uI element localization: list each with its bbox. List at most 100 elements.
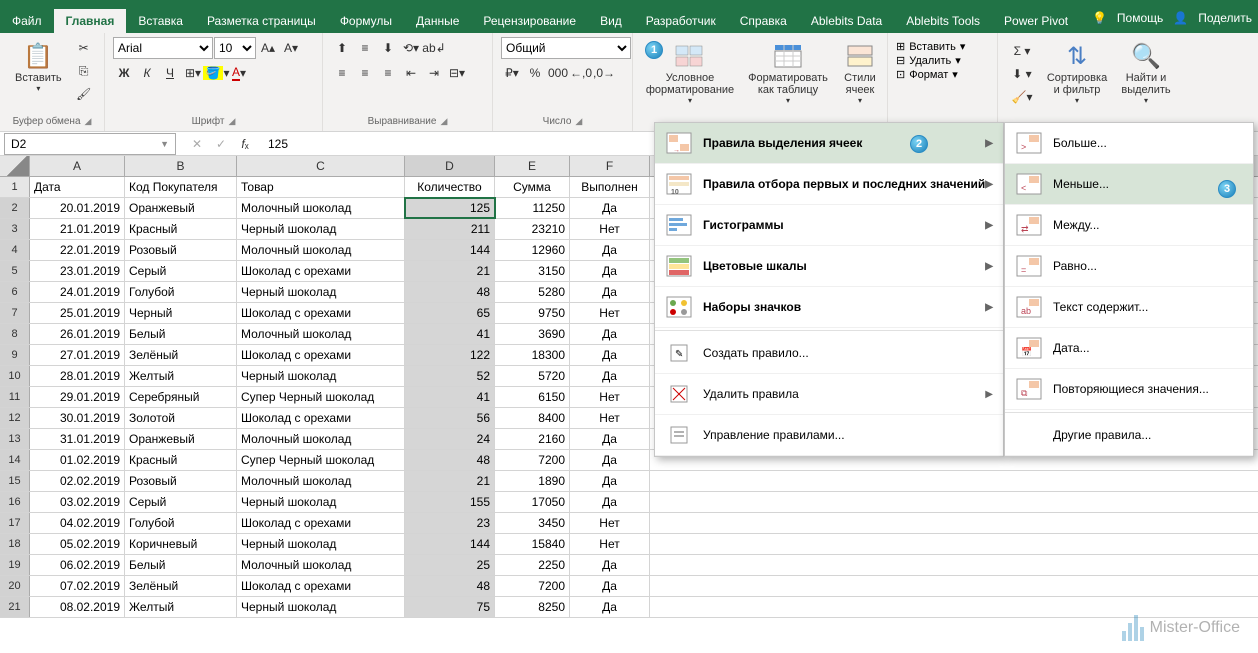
increase-decimal-button[interactable]: ←,0 — [570, 62, 592, 84]
autosum-button[interactable]: Σ ▾ — [1006, 40, 1038, 62]
menu-item[interactable]: abТекст содержит... — [1005, 287, 1253, 328]
cell[interactable]: 5720 — [495, 366, 570, 386]
clear-button[interactable]: 🧹▾ — [1006, 86, 1038, 108]
menu-item[interactable]: →Правила выделения ячеек▶ — [655, 123, 1003, 164]
row-header[interactable]: 17 — [0, 513, 30, 533]
tab-рецензирование[interactable]: Рецензирование — [471, 9, 588, 33]
cancel-formula-button[interactable]: ✕ — [186, 133, 208, 155]
align-right-button[interactable]: ≡ — [377, 62, 399, 84]
accounting-button[interactable]: ₽▾ — [501, 62, 523, 84]
cell[interactable]: 41 — [405, 324, 495, 344]
column-header[interactable]: E — [495, 156, 570, 176]
cell[interactable]: Да — [570, 324, 650, 344]
menu-item[interactable]: ✎Создать правило... — [655, 333, 1003, 374]
cell[interactable]: Черный шоколад — [237, 492, 405, 512]
column-header[interactable]: F — [570, 156, 650, 176]
cell[interactable]: 144 — [405, 240, 495, 260]
row-header[interactable]: 15 — [0, 471, 30, 491]
row-header[interactable]: 20 — [0, 576, 30, 596]
cell[interactable]: 48 — [405, 576, 495, 596]
number-format-select[interactable]: Общий — [501, 37, 631, 59]
cell[interactable]: Золотой — [125, 408, 237, 428]
cell[interactable]: Серый — [125, 492, 237, 512]
cell[interactable]: 11250 — [495, 198, 570, 218]
align-bottom-button[interactable]: ⬇ — [377, 37, 399, 59]
cell[interactable]: 27.01.2019 — [30, 345, 125, 365]
cell[interactable]: Розовый — [125, 471, 237, 491]
tab-ablebits data[interactable]: Ablebits Data — [799, 9, 894, 33]
borders-button[interactable]: ⊞▾ — [182, 62, 204, 84]
row-header[interactable]: 16 — [0, 492, 30, 512]
cell[interactable]: 122 — [405, 345, 495, 365]
cell[interactable]: 02.02.2019 — [30, 471, 125, 491]
underline-button[interactable]: Ч — [159, 62, 181, 84]
tab-вставка[interactable]: Вставка — [126, 9, 195, 33]
cell[interactable]: Шоколад с орехами — [237, 303, 405, 323]
cell[interactable]: 07.02.2019 — [30, 576, 125, 596]
bold-button[interactable]: Ж — [113, 62, 135, 84]
share-icon[interactable]: 👤 — [1173, 11, 1188, 25]
column-header[interactable]: D — [405, 156, 495, 176]
cell[interactable]: Розовый — [125, 240, 237, 260]
menu-item[interactable]: 10Правила отбора первых и последних знач… — [655, 164, 1003, 205]
menu-item[interactable]: ⇄Между... — [1005, 205, 1253, 246]
row-header[interactable]: 2 — [0, 198, 30, 218]
header-cell[interactable]: Сумма — [495, 177, 570, 197]
header-cell[interactable]: Код Покупателя — [125, 177, 237, 197]
cell[interactable]: Зелёный — [125, 345, 237, 365]
cell[interactable]: Молочный шоколад — [237, 240, 405, 260]
cell[interactable]: 29.01.2019 — [30, 387, 125, 407]
tab-разметка страницы[interactable]: Разметка страницы — [195, 9, 328, 33]
cell[interactable]: Шоколад с орехами — [237, 408, 405, 428]
column-header[interactable]: B — [125, 156, 237, 176]
cell[interactable]: Серебряный — [125, 387, 237, 407]
row-header[interactable]: 3 — [0, 219, 30, 239]
cell[interactable]: Да — [570, 576, 650, 596]
cell[interactable]: Оранжевый — [125, 198, 237, 218]
menu-item[interactable]: <Меньше... — [1005, 164, 1253, 205]
font-name-select[interactable]: Arial — [113, 37, 213, 59]
cell[interactable]: 21 — [405, 261, 495, 281]
row-header[interactable]: 18 — [0, 534, 30, 554]
cell[interactable]: 3690 — [495, 324, 570, 344]
decrease-indent-button[interactable]: ⇤ — [400, 62, 422, 84]
cell[interactable]: Молочный шоколад — [237, 429, 405, 449]
format-cells-button[interactable]: ⊡ Формат ▾ — [896, 68, 958, 81]
name-box[interactable]: D2▼ — [4, 133, 176, 155]
cell[interactable]: 05.02.2019 — [30, 534, 125, 554]
tab-разработчик[interactable]: Разработчик — [634, 9, 728, 33]
header-cell[interactable]: Дата — [30, 177, 125, 197]
cell[interactable]: 7200 — [495, 450, 570, 470]
cell[interactable]: Желтый — [125, 366, 237, 386]
cell[interactable]: Да — [570, 282, 650, 302]
cell[interactable]: Шоколад с орехами — [237, 261, 405, 281]
tab-вид[interactable]: Вид — [588, 9, 634, 33]
menu-item[interactable]: Гистограммы▶ — [655, 205, 1003, 246]
cell[interactable]: 24 — [405, 429, 495, 449]
cell[interactable]: Нет — [570, 387, 650, 407]
align-top-button[interactable]: ⬆ — [331, 37, 353, 59]
cell[interactable]: Черный шоколад — [237, 366, 405, 386]
cell[interactable]: Черный — [125, 303, 237, 323]
cell[interactable]: Красный — [125, 450, 237, 470]
font-size-select[interactable]: 10 — [214, 37, 256, 59]
cell[interactable]: 04.02.2019 — [30, 513, 125, 533]
comma-button[interactable]: 000 — [547, 62, 569, 84]
menu-item[interactable]: Удалить правила▶ — [655, 374, 1003, 415]
increase-indent-button[interactable]: ⇥ — [423, 62, 445, 84]
cell[interactable]: Молочный шоколад — [237, 324, 405, 344]
cell[interactable]: Серый — [125, 261, 237, 281]
cell[interactable]: Да — [570, 492, 650, 512]
cell[interactable]: Белый — [125, 324, 237, 344]
help-icon[interactable]: 💡 — [1092, 11, 1107, 25]
align-left-button[interactable]: ≡ — [331, 62, 353, 84]
cell[interactable]: 17050 — [495, 492, 570, 512]
cell[interactable]: Да — [570, 345, 650, 365]
cut-button[interactable]: ✂ — [73, 37, 95, 59]
header-cell[interactable]: Выполнен — [570, 177, 650, 197]
cell[interactable]: 8400 — [495, 408, 570, 428]
cell[interactable]: 2160 — [495, 429, 570, 449]
cell[interactable]: 18300 — [495, 345, 570, 365]
cell[interactable]: 6150 — [495, 387, 570, 407]
cell[interactable]: Да — [570, 471, 650, 491]
